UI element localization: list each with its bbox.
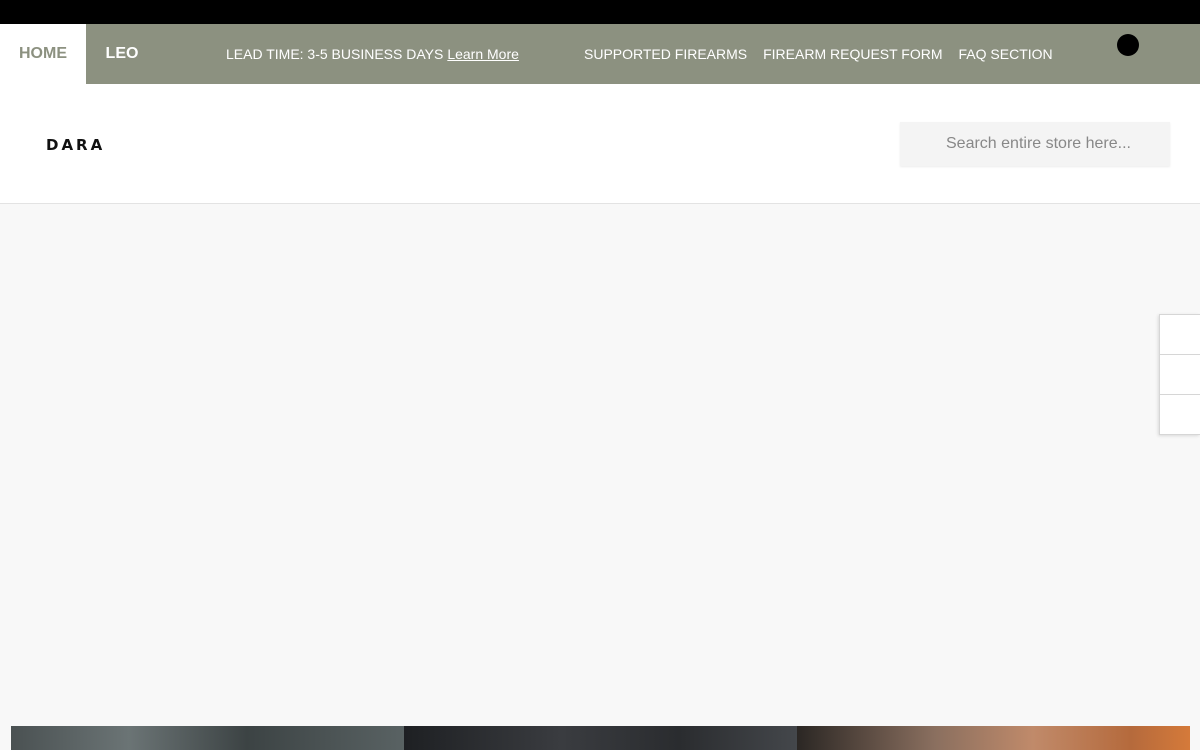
top-nav-bar: HOME LEO LEAD TIME: 3-5 BUSINESS DAYS Le… [0,24,1200,84]
lead-time-notice: LEAD TIME: 3-5 BUSINESS DAYS Learn More [226,24,519,84]
nav-link-faq-section[interactable]: FAQ SECTION [959,46,1053,62]
category-banner-3[interactable] [797,726,1190,750]
search-input[interactable] [900,122,1170,166]
account-dot-icon[interactable] [1117,34,1139,56]
lead-time-text: LEAD TIME: 3-5 BUSINESS DAYS [226,46,444,62]
side-tab-1[interactable] [1160,315,1200,355]
nav-link-supported-firearms[interactable]: SUPPORTED FIREARMS [584,46,747,62]
nav-links: SUPPORTED FIREARMS FIREARM REQUEST FORM … [584,24,1053,84]
category-banners [11,726,1190,750]
side-tab-2[interactable] [1160,355,1200,395]
category-banner-1[interactable] [11,726,404,750]
side-floating-tabs [1159,314,1200,435]
dara-logo[interactable]: DARA [46,136,105,154]
nav-link-firearm-request-form[interactable]: FIREARM REQUEST FORM [763,46,942,62]
category-banner-2[interactable] [404,726,797,750]
tab-home[interactable]: HOME [0,24,86,84]
top-black-bar [0,0,1200,24]
side-tab-3[interactable] [1160,395,1200,435]
site-header: DARA [0,84,1200,204]
learn-more-link[interactable]: Learn More [447,46,519,62]
tab-leo[interactable]: LEO [86,24,158,84]
